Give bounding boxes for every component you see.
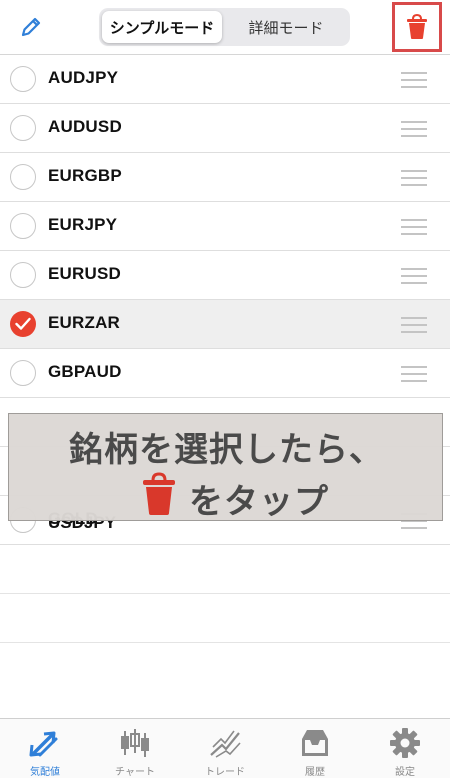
tab-chart[interactable]: チャート xyxy=(90,719,180,778)
checkmark-icon xyxy=(15,317,31,330)
symbol-name: EURZAR xyxy=(48,313,121,332)
mode-segmented-control: シンプルモード 詳細モード xyxy=(99,8,350,46)
inbox-history-icon xyxy=(302,730,328,756)
symbol-row[interactable]: EURUSD xyxy=(0,251,450,300)
instruction-line1: 銘柄を選択したら、 xyxy=(69,430,384,470)
drag-handle-icon[interactable] xyxy=(401,366,427,387)
trash-icon xyxy=(143,472,175,515)
symbol-row[interactable]: EURJPY xyxy=(0,202,450,251)
empty-row xyxy=(0,545,450,594)
symbol-name: EURUSD xyxy=(48,264,121,283)
tab-trade[interactable]: トレード xyxy=(180,719,270,778)
detail-mode-tab[interactable]: 詳細モード xyxy=(225,11,347,43)
symbol-row[interactable]: AUDUSD xyxy=(0,104,450,153)
select-checkbox[interactable] xyxy=(10,262,36,288)
symbol-list: AUDJPY AUDUSD EURGBP EURJPY EURUSD EURZA… xyxy=(0,55,450,643)
quotes-arrows-icon xyxy=(29,731,58,757)
symbol-name: AUDUSD xyxy=(48,117,122,136)
top-header: シンプルモード 詳細モード xyxy=(0,0,450,55)
drag-handle-icon[interactable] xyxy=(401,170,427,191)
tab-label: トレード xyxy=(205,767,245,778)
trade-lines-icon xyxy=(210,730,241,758)
edit-button[interactable] xyxy=(16,12,46,42)
symbol-name: EURJPY xyxy=(48,215,118,234)
tab-quotes[interactable]: 気配値 xyxy=(0,719,90,778)
select-checkbox[interactable] xyxy=(10,360,36,386)
simple-mode-tab[interactable]: シンプルモード xyxy=(102,11,222,43)
tab-label: チャート xyxy=(115,767,155,778)
select-checkbox[interactable] xyxy=(10,115,36,141)
drag-handle-icon[interactable] xyxy=(401,72,427,93)
tab-settings[interactable]: 設定 xyxy=(360,719,450,778)
symbol-name: AUDJPY xyxy=(48,68,119,87)
empty-row xyxy=(0,594,450,643)
instruction-overlay: 銘柄を選択したら、 をタップ xyxy=(8,413,443,522)
tab-label: 設定 xyxy=(395,767,415,778)
delete-button[interactable] xyxy=(392,2,442,52)
select-checkbox[interactable] xyxy=(10,66,36,92)
trash-icon xyxy=(407,14,427,39)
drag-handle-icon[interactable] xyxy=(401,317,427,338)
instruction-line2-text: をタップ xyxy=(189,482,329,522)
tab-history[interactable]: 履歴 xyxy=(270,719,360,778)
gear-icon xyxy=(390,728,420,758)
instruction-line2: をタップ xyxy=(141,472,421,522)
tab-label: 気配値 xyxy=(30,767,60,778)
symbol-row[interactable]: AUDJPY xyxy=(0,55,450,104)
select-checkbox-checked[interactable] xyxy=(10,311,36,337)
symbol-row[interactable]: GBPAUD xyxy=(0,349,450,398)
drag-handle-icon[interactable] xyxy=(401,121,427,142)
select-checkbox[interactable] xyxy=(10,164,36,190)
candlestick-chart-icon xyxy=(121,729,149,757)
symbol-row-selected[interactable]: EURZAR xyxy=(0,300,450,349)
symbol-name: EURGBP xyxy=(48,166,122,185)
tab-label: 履歴 xyxy=(305,767,325,778)
symbol-name: GBPAUD xyxy=(48,362,122,381)
bottom-tab-bar: 気配値 チャート トレード 履歴 設定 xyxy=(0,718,450,778)
select-checkbox[interactable] xyxy=(10,213,36,239)
drag-handle-icon[interactable] xyxy=(401,219,427,240)
drag-handle-icon[interactable] xyxy=(401,268,427,289)
pencil-icon xyxy=(21,17,41,37)
symbol-row[interactable]: EURGBP xyxy=(0,153,450,202)
